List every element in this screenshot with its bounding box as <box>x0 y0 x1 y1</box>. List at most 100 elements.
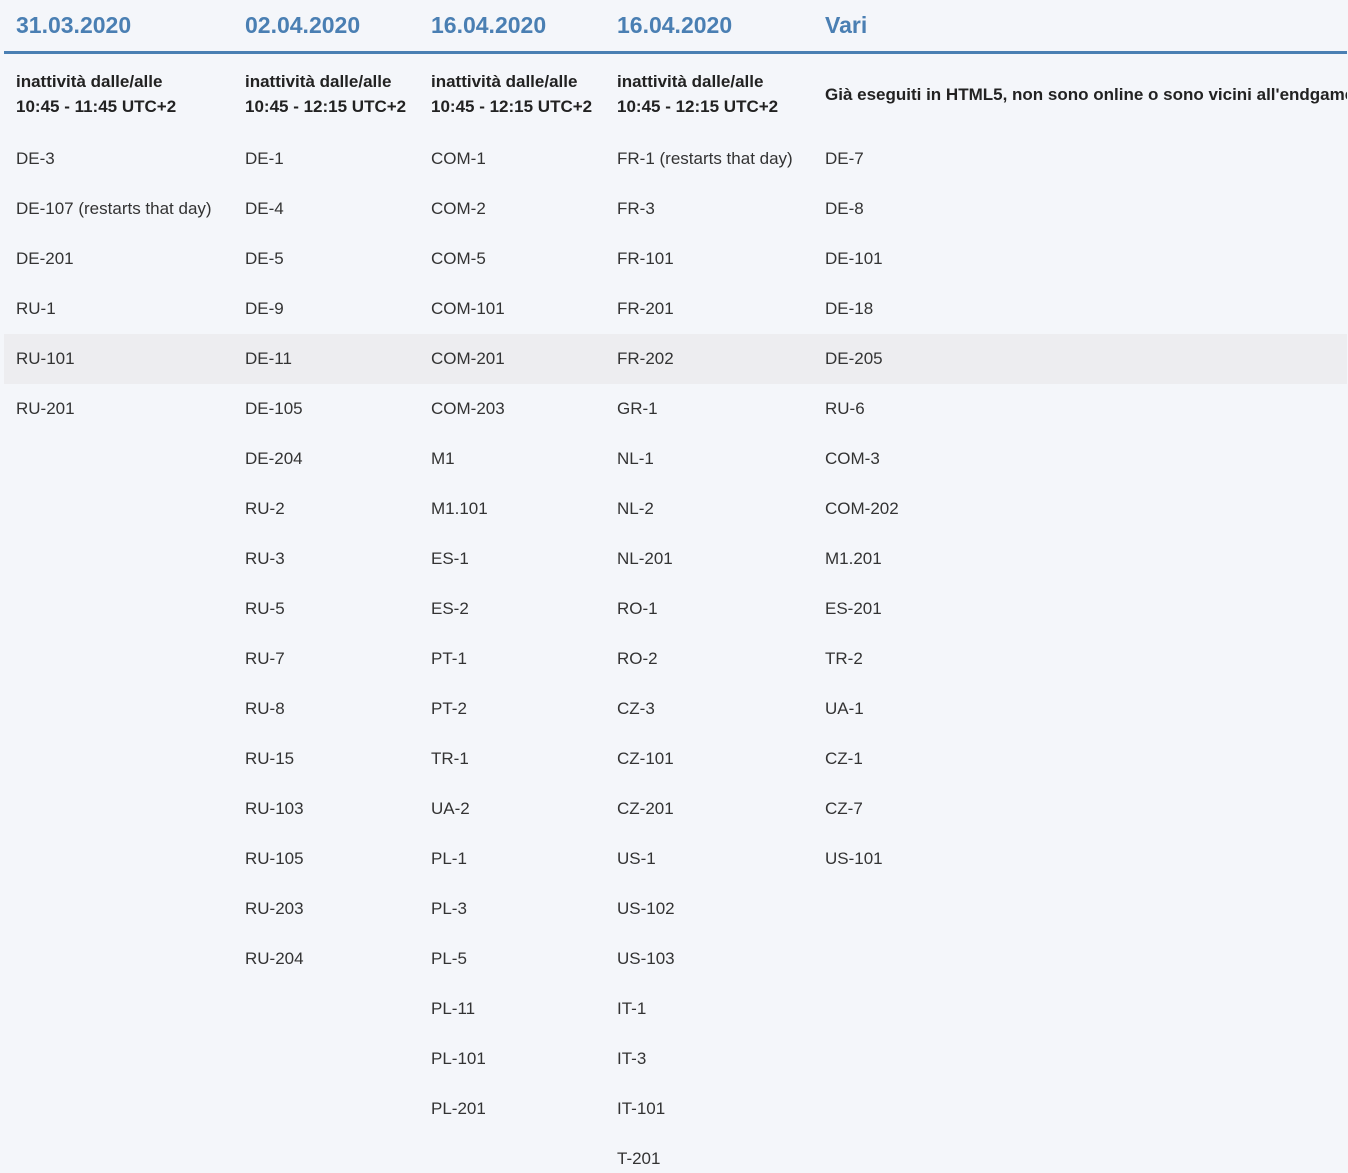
server-cell: DE-8 <box>825 199 864 218</box>
empty-cell <box>4 684 233 734</box>
empty-cell <box>4 1134 233 1173</box>
server-cell: RU-15 <box>245 749 295 768</box>
server-cell: CZ-101 <box>617 749 674 768</box>
column-date: 16.04.2020 <box>419 0 605 54</box>
empty-cell <box>4 584 233 634</box>
table-row: RU-105 PL-1 US-1 US-101 <box>4 834 1347 884</box>
table-row: DE-107 (restarts that day) DE-4 COM-2 FR-3 D… <box>4 184 1347 234</box>
downtime-note: inattività dalle/alle 10:45 - 12:15 UTC+… <box>605 53 813 135</box>
column-date: 31.03.2020 <box>4 0 233 54</box>
server-cell: PL-1 <box>431 849 467 868</box>
empty-cell <box>813 1134 1347 1173</box>
server-cell: RO-2 <box>617 649 658 668</box>
server-cell: IT-3 <box>617 1049 647 1068</box>
table-row: RU-204 PL-5 US-103 <box>4 934 1347 984</box>
column-date: Vari <box>813 0 1347 54</box>
empty-cell <box>4 1034 233 1084</box>
server-cell: CZ-3 <box>617 699 655 718</box>
downtime-note: inattività dalle/alle 10:45 - 12:15 UTC+… <box>419 53 605 135</box>
server-cell: DE-201 <box>16 249 74 268</box>
empty-cell <box>813 1084 1347 1134</box>
server-cell: TR-1 <box>431 749 469 768</box>
server-cell: DE-205 <box>813 334 1347 384</box>
schedule-page: 31.03.2020 02.04.2020 16.04.2020 16.04.2… <box>0 0 1348 1173</box>
downtime-time: 10:45 - 12:15 UTC+2 <box>617 97 779 116</box>
server-cell: DE-5 <box>245 249 284 268</box>
table-row: RU-5 ES-2 RO-1 ES-201 <box>4 584 1347 634</box>
empty-cell <box>813 984 1347 1034</box>
empty-cell <box>233 984 419 1034</box>
server-cell: RU-1 <box>16 299 56 318</box>
downtime-note-row: inattività dalle/alle 10:45 - 11:45 UTC+… <box>4 53 1347 135</box>
server-cell: PL-201 <box>431 1099 486 1118</box>
server-cell: RU-2 <box>245 499 285 518</box>
server-cell: DE-18 <box>825 299 874 318</box>
downtime-time: 10:45 - 11:45 UTC+2 <box>16 97 177 116</box>
downtime-label: inattività dalle/alle <box>617 72 764 91</box>
server-cell: US-1 <box>617 849 656 868</box>
server-cell: US-101 <box>825 849 883 868</box>
server-cell: DE-3 <box>16 149 55 168</box>
server-cell: RO-1 <box>617 599 658 618</box>
server-cell: DE-1 <box>245 149 284 168</box>
server-schedule-table: 31.03.2020 02.04.2020 16.04.2020 16.04.2… <box>4 0 1347 1173</box>
server-cell: DE-4 <box>245 199 284 218</box>
table-row: RU-3 ES-1 NL-201 M1.201 <box>4 534 1347 584</box>
empty-cell <box>4 634 233 684</box>
server-cell: UA-1 <box>825 699 864 718</box>
server-cell: ES-1 <box>431 549 469 568</box>
downtime-note: inattività dalle/alle 10:45 - 11:45 UTC+… <box>4 53 233 135</box>
downtime-time: 10:45 - 12:15 UTC+2 <box>245 97 407 116</box>
server-cell: RU-3 <box>245 549 285 568</box>
table-row: PL-101 IT-3 <box>4 1034 1347 1084</box>
empty-cell <box>813 1034 1347 1084</box>
server-cell: RU-5 <box>245 599 285 618</box>
server-cell: NL-201 <box>617 549 673 568</box>
server-cell: PL-3 <box>431 899 467 918</box>
server-cell: COM-203 <box>431 399 505 418</box>
empty-cell <box>4 834 233 884</box>
server-cell: COM-201 <box>419 334 605 384</box>
server-cell: COM-5 <box>431 249 486 268</box>
server-cell: M1.101 <box>431 499 488 518</box>
server-cell: RU-201 <box>16 399 75 418</box>
server-cell: FR-3 <box>617 199 655 218</box>
table-row: RU-201 DE-105 COM-203 GR-1 RU-6 <box>4 384 1347 434</box>
server-cell: T-201 <box>617 1149 661 1168</box>
table-body: inattività dalle/alle 10:45 - 11:45 UTC+… <box>4 53 1347 1173</box>
server-cell: M1.201 <box>825 549 882 568</box>
server-cell: US-102 <box>617 899 675 918</box>
empty-cell <box>233 1084 419 1134</box>
table-row: PL-11 IT-1 <box>4 984 1347 1034</box>
server-cell: TR-2 <box>825 649 863 668</box>
server-cell: RU-8 <box>245 699 285 718</box>
server-cell: GR-1 <box>617 399 658 418</box>
table-row: RU-203 PL-3 US-102 <box>4 884 1347 934</box>
server-cell: DE-101 <box>825 249 883 268</box>
empty-cell <box>813 884 1347 934</box>
table-row: DE-201 DE-5 COM-5 FR-101 DE-101 <box>4 234 1347 284</box>
downtime-label: inattività dalle/alle <box>431 72 578 91</box>
server-cell: FR-202 <box>605 334 813 384</box>
server-cell: ES-201 <box>825 599 882 618</box>
server-cell: PL-5 <box>431 949 467 968</box>
server-cell: DE-107 (restarts that day) <box>16 199 212 218</box>
server-cell: RU-105 <box>245 849 304 868</box>
server-cell: RU-6 <box>825 399 865 418</box>
server-cell: US-103 <box>617 949 675 968</box>
server-cell: DE-105 <box>245 399 303 418</box>
server-cell: IT-101 <box>617 1099 666 1118</box>
server-cell: NL-2 <box>617 499 654 518</box>
server-cell: COM-101 <box>431 299 505 318</box>
server-cell: RU-101 <box>4 334 233 384</box>
column-date: 16.04.2020 <box>605 0 813 54</box>
downtime-note: Già eseguiti in HTML5, non sono online o… <box>813 53 1347 135</box>
empty-cell <box>4 884 233 934</box>
table-row: PL-201 IT-101 <box>4 1084 1347 1134</box>
server-cell: DE-204 <box>245 449 303 468</box>
empty-cell <box>4 534 233 584</box>
server-cell: PL-101 <box>431 1049 486 1068</box>
server-cell: RU-7 <box>245 649 285 668</box>
server-cell: PT-2 <box>431 699 467 718</box>
server-cell: COM-3 <box>825 449 880 468</box>
